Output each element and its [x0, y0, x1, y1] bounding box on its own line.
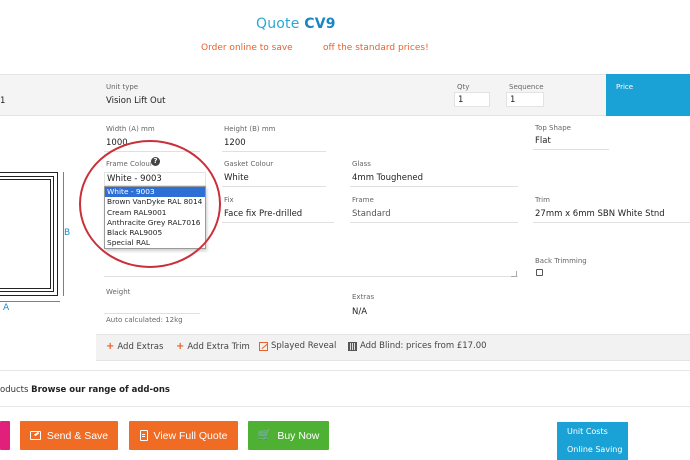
sequence-value: 1: [510, 95, 516, 105]
width-label: Width (A) mm: [106, 125, 155, 133]
row-number: 1: [0, 96, 6, 106]
quote-prefix: Quote: [256, 16, 300, 32]
view-full-quote-button[interactable]: View Full Quote: [129, 421, 238, 450]
sequence-label: Sequence: [509, 83, 544, 91]
splayed-reveal-label: Splayed Reveal: [271, 341, 337, 351]
unit-costs-label: Unit Costs: [567, 427, 608, 436]
trim-value: 27mm x 6mm SBN White Stnd: [535, 209, 665, 219]
send-save-button[interactable]: Send & Save: [20, 421, 118, 450]
height-value: 1200: [224, 138, 246, 148]
window-diagram-pane: [0, 179, 51, 289]
pink-action-button[interactable]: [0, 421, 10, 450]
extras-label: Extras: [352, 293, 375, 301]
trim-select[interactable]: 27mm x 6mm SBN White Stnd: [533, 206, 690, 223]
top-shape-value: Flat: [535, 136, 551, 146]
promo-text-left: Order online to save: [201, 43, 293, 53]
weight-field: [104, 297, 200, 314]
unit-type-label: Unit type: [106, 83, 139, 91]
send-save-label: Send & Save: [46, 429, 109, 442]
buy-now-button[interactable]: 🛒 Buy Now: [248, 421, 329, 450]
add-blind-link[interactable]: Add Blind: prices from £17.00: [348, 341, 487, 351]
gasket-colour-label: Gasket Colour: [224, 160, 274, 168]
height-input[interactable]: 1200: [222, 135, 326, 152]
quote-code: CV9: [304, 16, 336, 32]
quote-title: Quote CV9: [256, 16, 336, 32]
products-strip: oducts Browse our range of add-ons: [0, 385, 170, 395]
online-saving-label: Online Saving: [567, 445, 623, 454]
qty-input[interactable]: 1: [454, 92, 490, 107]
splayed-reveal-link[interactable]: Splayed Reveal: [259, 341, 336, 351]
glass-label: Glass: [352, 160, 371, 168]
frame-select[interactable]: Standard: [350, 206, 518, 223]
send-icon: [29, 431, 41, 440]
gasket-colour-value: White: [224, 173, 249, 183]
qty-label: Qty: [457, 83, 470, 91]
buy-now-label: Buy Now: [277, 429, 320, 442]
frame-label: Frame: [352, 196, 374, 204]
divider: [0, 406, 690, 407]
cart-icon: 🛒: [257, 429, 272, 441]
fix-label: Fix: [224, 196, 234, 204]
highlight-ring: [79, 140, 221, 268]
weight-label: Weight: [106, 288, 131, 296]
plus-icon: +: [106, 341, 115, 352]
browse-addons-link[interactable]: Browse our range of add-ons: [31, 385, 170, 395]
products-prefix: oducts: [0, 385, 29, 395]
extras-value: N/A: [352, 307, 368, 317]
view-full-quote-label: View Full Quote: [153, 429, 228, 442]
resize-grip-icon[interactable]: [511, 271, 517, 277]
add-extras-label: Add Extras: [117, 341, 164, 352]
fix-select[interactable]: Face fix Pre-drilled: [222, 206, 334, 223]
glass-select[interactable]: 4mm Toughened: [350, 170, 518, 187]
unit-header-row: [0, 74, 690, 116]
frame-value: Standard: [352, 209, 391, 219]
glass-value: 4mm Toughened: [352, 173, 424, 183]
divider: [0, 370, 690, 371]
width-marker: A: [3, 303, 10, 313]
fix-value: Face fix Pre-drilled: [224, 209, 303, 219]
back-trimming-label: Back Trimming: [535, 257, 587, 265]
price-cell: [606, 74, 690, 116]
blind-icon: [348, 341, 357, 351]
sequence-input[interactable]: 1: [506, 92, 544, 107]
unit-type-value[interactable]: Vision Lift Out: [106, 96, 165, 106]
qty-value: 1: [458, 95, 464, 105]
weight-note: Auto calculated: 12kg: [106, 316, 183, 324]
add-blind-label: Add Blind: prices from £17.00: [360, 341, 487, 351]
add-extra-trim-link[interactable]: + Add Extra Trim: [176, 341, 250, 352]
height-marker: B: [64, 228, 71, 238]
add-extra-trim-label: Add Extra Trim: [187, 341, 250, 352]
top-shape-select[interactable]: Flat: [533, 133, 609, 150]
trim-label: Trim: [535, 196, 550, 204]
add-extras-link[interactable]: + Add Extras: [106, 341, 163, 352]
plus-icon: +: [176, 341, 185, 352]
gasket-colour-select[interactable]: White: [222, 170, 326, 187]
top-shape-label: Top Shape: [535, 124, 571, 132]
back-trimming-checkbox[interactable]: [536, 269, 543, 276]
height-label: Height (B) mm: [224, 125, 276, 133]
splayed-reveal-icon: [259, 341, 268, 351]
promo-text-right: off the standard prices!: [323, 43, 429, 53]
document-icon: [139, 430, 148, 441]
width-dimension-line: [0, 301, 60, 302]
price-label: Price: [616, 83, 634, 91]
